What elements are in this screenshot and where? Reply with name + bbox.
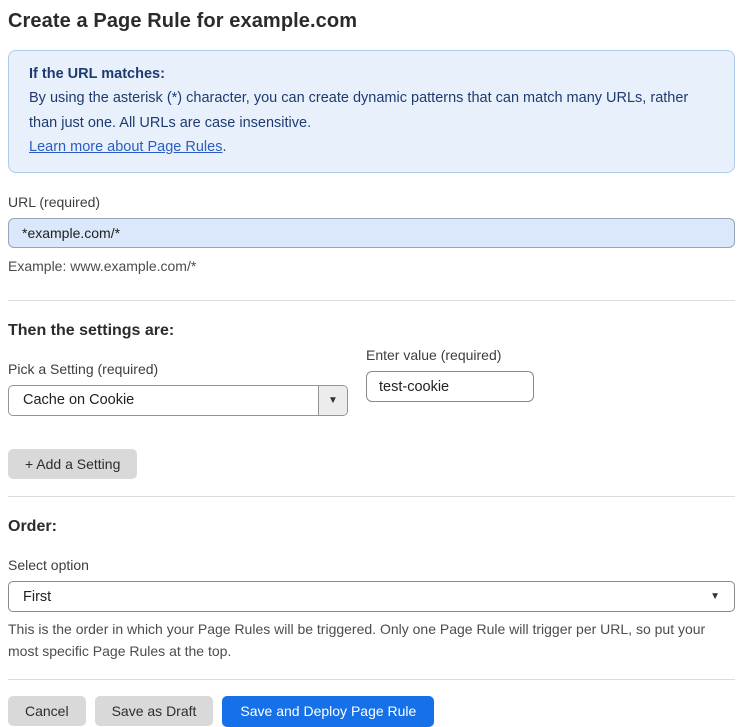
setting-dropdown-value: Cache on Cookie [23,392,135,409]
order-select-value: First [23,588,52,605]
save-deploy-button[interactable]: Save and Deploy Page Rule [222,695,435,727]
select-chevron-down-icon: ▼ [710,591,720,603]
select-option-label: Select option [8,557,89,574]
pick-setting-column: Pick a Setting (required) Cache on Cooki… [8,340,348,417]
learn-more-link[interactable]: Learn more about Page Rules [29,139,222,155]
order-select[interactable]: First ▼ [8,581,735,613]
link-period: . [222,139,227,156]
info-box-body: By using the asterisk (*) character, you… [29,90,689,131]
url-input[interactable] [8,218,735,249]
order-helper-text: This is the order in which your Page Rul… [8,621,706,659]
footer-actions: Cancel Save as Draft Save and Deploy Pag… [8,695,735,727]
settings-row: Pick a Setting (required) Cache on Cooki… [8,340,735,417]
page-title: Create a Page Rule for example.com [8,10,358,32]
url-label: URL (required) [8,194,101,211]
setting-dropdown[interactable]: Cache on Cookie ▼ [8,385,348,417]
divider-settings [8,496,735,498]
url-match-info-box: If the URL matches: By using the asteris… [8,50,735,174]
url-example-text: Example: www.example.com/* [8,258,197,275]
enter-value-label: Enter value (required) [366,347,502,364]
enter-value-column: Enter value (required) [366,340,534,403]
settings-section-heading: Then the settings are: [8,322,175,340]
info-box-heading: If the URL matches: [29,66,165,82]
chevron-down-icon[interactable]: ▼ [318,386,347,416]
save-draft-button[interactable]: Save as Draft [94,696,214,726]
add-setting-button[interactable]: + Add a Setting [8,449,138,480]
order-section-heading: Order: [8,518,57,536]
divider-top [8,300,735,302]
setting-value-input[interactable] [366,371,534,403]
pick-setting-label: Pick a Setting (required) [8,361,159,378]
divider-bottom [8,678,735,680]
create-page-rule-form: Create a Page Rule for example.com If th… [0,0,750,727]
info-link-row: Learn more about Page Rules. [29,135,714,159]
cancel-button[interactable]: Cancel [8,696,86,726]
